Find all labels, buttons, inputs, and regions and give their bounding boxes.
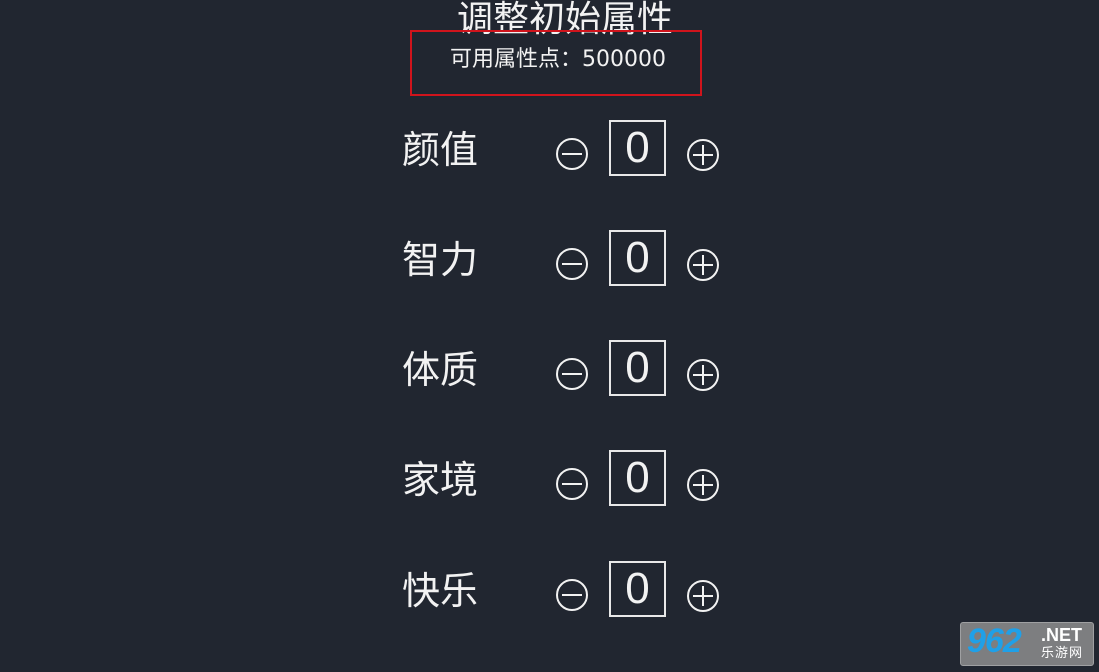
minus-circle-icon bbox=[556, 248, 588, 280]
increase-constitution-button[interactable] bbox=[687, 359, 719, 391]
constitution-value[interactable]: 0 bbox=[609, 340, 666, 396]
minus-circle-icon bbox=[556, 138, 588, 170]
increase-appearance-button[interactable] bbox=[687, 139, 719, 171]
minus-circle-icon bbox=[556, 468, 588, 500]
plus-circle-icon bbox=[687, 139, 719, 171]
attribute-label: 智力 bbox=[402, 238, 479, 282]
attribute-row-family: 家境 0 bbox=[0, 450, 1099, 510]
attribute-label: 家境 bbox=[402, 458, 479, 502]
attribute-label: 体质 bbox=[402, 348, 479, 392]
decrease-intelligence-button[interactable] bbox=[556, 248, 588, 280]
plus-circle-icon bbox=[687, 580, 719, 612]
plus-circle-icon bbox=[687, 359, 719, 391]
attribute-label: 快乐 bbox=[402, 569, 479, 613]
increase-happiness-button[interactable] bbox=[687, 580, 719, 612]
minus-circle-icon bbox=[556, 579, 588, 611]
watermark-logo: 962 .NET 乐游网 bbox=[960, 622, 1094, 666]
decrease-appearance-button[interactable] bbox=[556, 138, 588, 170]
attribute-row-intelligence: 智力 0 bbox=[0, 230, 1099, 290]
plus-circle-icon bbox=[687, 469, 719, 501]
available-points-label: 可用属性点：500000 bbox=[450, 47, 666, 72]
attribute-row-appearance: 颜值 0 bbox=[0, 120, 1099, 180]
family-value[interactable]: 0 bbox=[609, 450, 666, 506]
intelligence-value[interactable]: 0 bbox=[609, 230, 666, 286]
attribute-row-constitution: 体质 0 bbox=[0, 340, 1099, 400]
appearance-value[interactable]: 0 bbox=[609, 120, 666, 176]
decrease-constitution-button[interactable] bbox=[556, 358, 588, 390]
decrease-happiness-button[interactable] bbox=[556, 579, 588, 611]
watermark-domain: .NET bbox=[1041, 625, 1083, 645]
decrease-family-button[interactable] bbox=[556, 468, 588, 500]
attribute-row-happiness: 快乐 0 bbox=[0, 561, 1099, 621]
happiness-value[interactable]: 0 bbox=[609, 561, 666, 617]
minus-circle-icon bbox=[556, 358, 588, 390]
increase-family-button[interactable] bbox=[687, 469, 719, 501]
increase-intelligence-button[interactable] bbox=[687, 249, 719, 281]
watermark-number: 962 bbox=[967, 622, 1022, 660]
attribute-label: 颜值 bbox=[402, 128, 479, 172]
watermark-chinese: 乐游网 bbox=[1041, 646, 1084, 661]
plus-circle-icon bbox=[687, 249, 719, 281]
